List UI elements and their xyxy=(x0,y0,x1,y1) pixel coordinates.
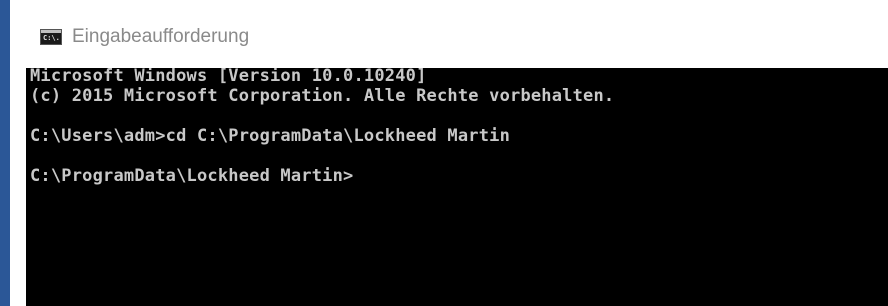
title-bar[interactable]: C:\. Eingabeaufforderung xyxy=(10,0,888,68)
icon-label: C:\. xyxy=(43,34,60,42)
console-line-version: Microsoft Windows [Version 10.0.10240] xyxy=(30,68,427,86)
command-prompt-icon: C:\. xyxy=(40,29,62,45)
console-line-cd-command: C:\Users\adm>cd C:\ProgramData\Lockheed … xyxy=(30,126,511,146)
console-line-prompt: C:\ProgramData\Lockheed Martin> xyxy=(30,166,354,186)
command-prompt-window: C:\. Eingabeaufforderung Microsoft Windo… xyxy=(0,0,888,306)
console-output-area[interactable]: Microsoft Windows [Version 10.0.10240] (… xyxy=(26,68,888,306)
window-left-border xyxy=(0,0,10,306)
console-line-copyright: (c) 2015 Microsoft Corporation. Alle Rec… xyxy=(30,86,615,106)
window-title: Eingabeaufforderung xyxy=(72,26,250,47)
icon-title-strip xyxy=(41,30,61,33)
